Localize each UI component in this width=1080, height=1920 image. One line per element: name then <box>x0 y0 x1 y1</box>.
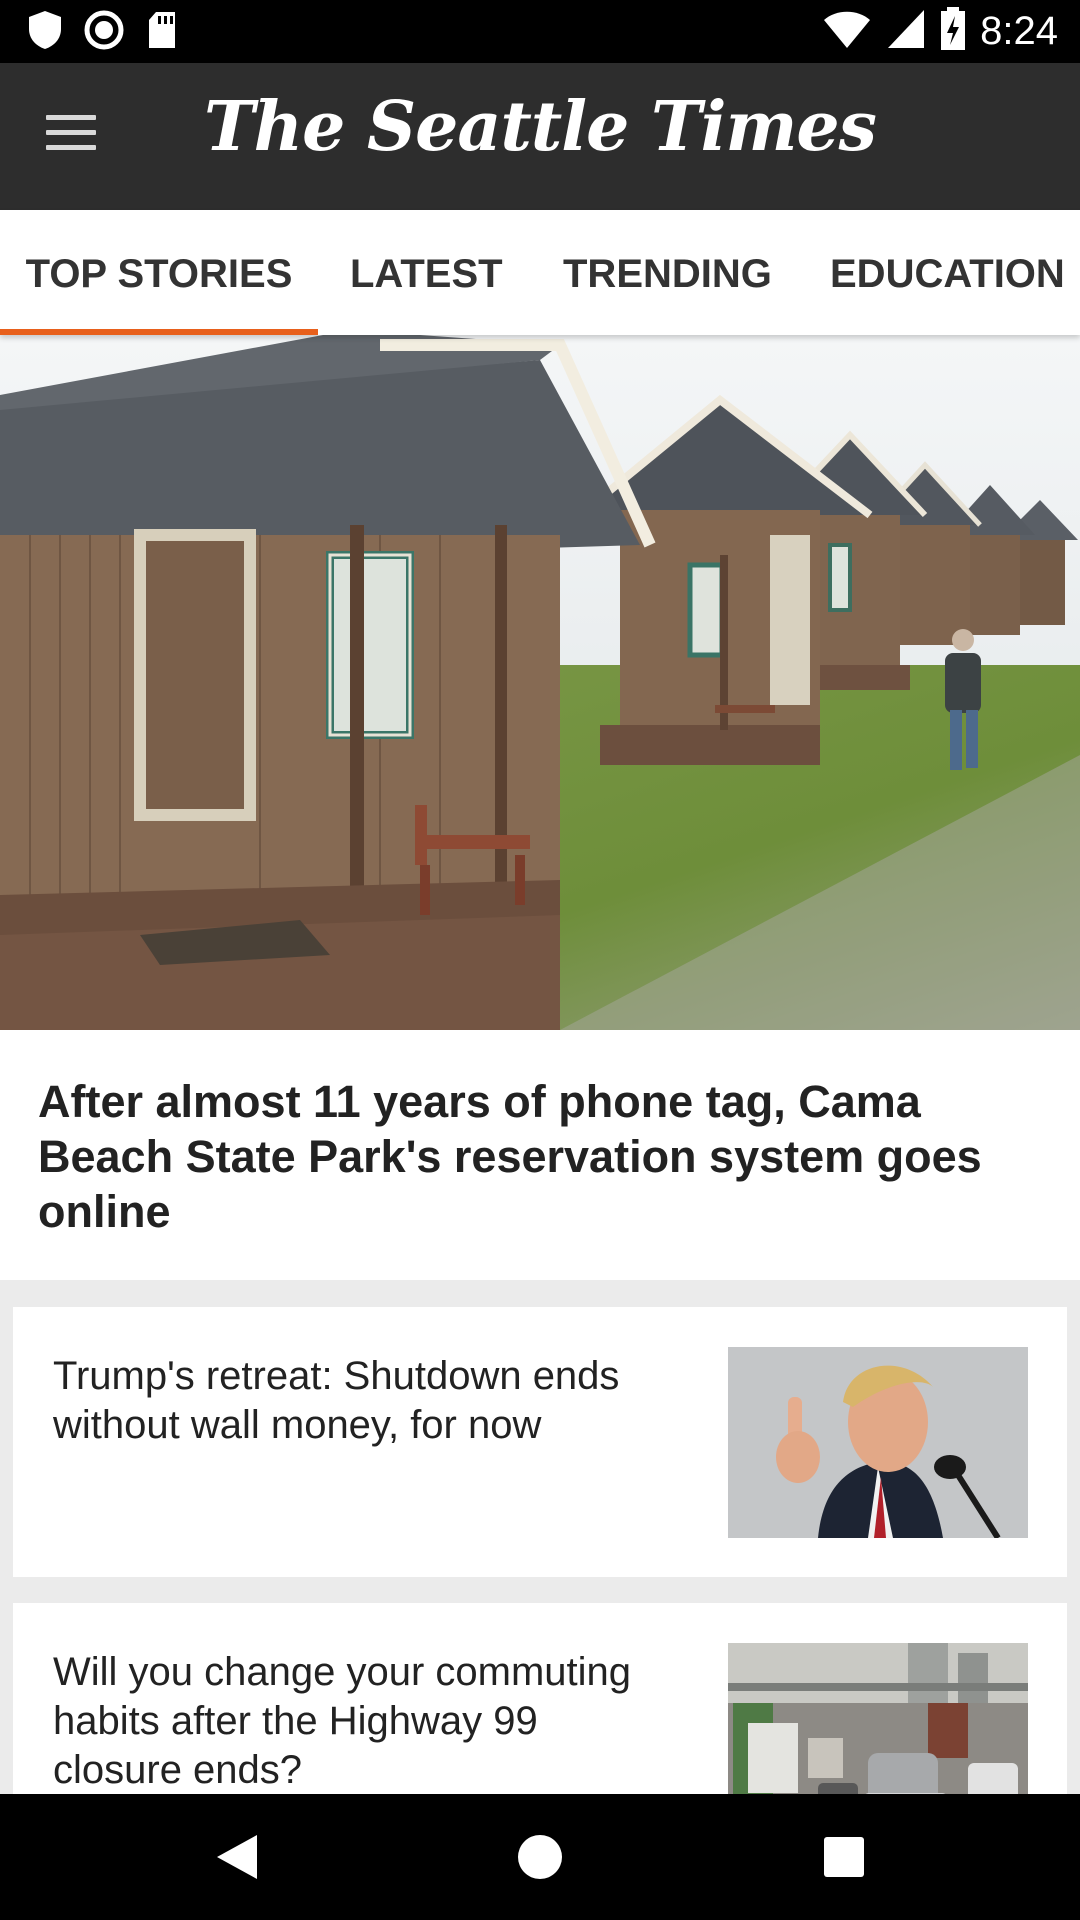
section-tabs: TOP STORIES LATEST TRENDING EDUCATION <box>0 210 1080 335</box>
status-bar: 8:24 <box>0 0 1080 63</box>
story-thumbnail[interactable] <box>728 1347 1028 1538</box>
hero-image[interactable] <box>0 335 1080 1030</box>
story-card[interactable]: Trump's retreat: Shutdown ends without w… <box>13 1307 1067 1577</box>
back-icon[interactable] <box>205 1832 265 1882</box>
wifi-icon <box>822 8 872 55</box>
battery-charging-icon <box>940 6 966 56</box>
hero-headline[interactable]: After almost 11 years of phone tag, Cama… <box>38 1074 998 1239</box>
sd-card-icon <box>146 10 178 55</box>
brand-logo: The Seattle Times <box>204 87 877 167</box>
active-tab-indicator <box>0 329 318 335</box>
recents-icon[interactable] <box>815 1832 875 1882</box>
record-icon <box>84 10 124 55</box>
system-nav-bar <box>0 1794 1080 1920</box>
app-bar: The Seattle Times <box>0 63 1080 210</box>
tab-top-stories[interactable]: TOP STORIES <box>0 210 318 335</box>
status-time: 8:24 <box>980 9 1058 53</box>
story-headline[interactable]: Trump's retreat: Shutdown ends without w… <box>53 1352 673 1450</box>
hero-story-card[interactable]: After almost 11 years of phone tag, Cama… <box>0 1030 1080 1280</box>
story-headline[interactable]: Will you change your commuting habits af… <box>53 1648 673 1795</box>
shield-icon <box>28 10 62 55</box>
tab-latest[interactable]: LATEST <box>350 210 503 335</box>
tab-trending[interactable]: TRENDING <box>563 210 772 335</box>
signal-icon <box>886 8 926 55</box>
tab-education[interactable]: EDUCATION <box>830 210 1065 335</box>
home-icon[interactable] <box>510 1832 570 1882</box>
